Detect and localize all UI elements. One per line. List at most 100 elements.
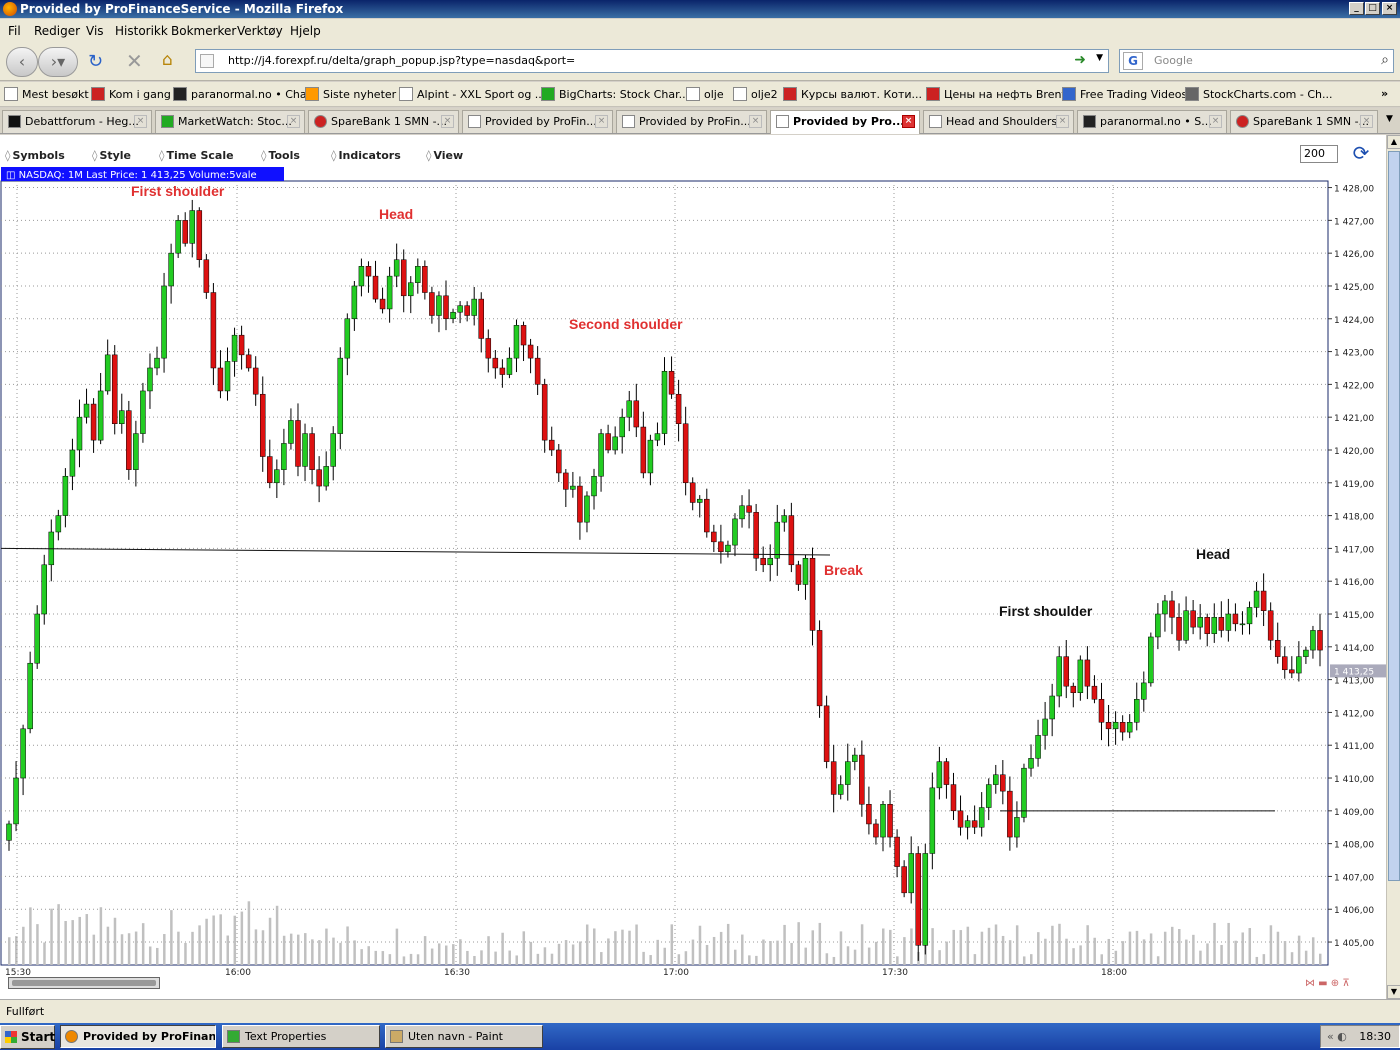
tab[interactable]: Head and Shoulders × (923, 110, 1074, 133)
menu-edit[interactable]: Rediger (34, 24, 80, 38)
bookmark-item[interactable]: Siste nyheter (305, 87, 396, 101)
candle-body (1105, 722, 1112, 730)
taskbar-item[interactable]: Provided by ProFinan... (60, 1025, 216, 1048)
tab[interactable]: MarketWatch: Stoc... × (155, 110, 305, 133)
maximize-button[interactable]: □ (1365, 2, 1380, 15)
candle-body (541, 384, 548, 441)
menu-bookmarks[interactable]: Bokmerker (171, 24, 236, 38)
back-button[interactable]: ‹ (6, 47, 38, 77)
tab[interactable]: SpareBank 1 SMN -... × (308, 110, 459, 133)
start-button[interactable]: Start (0, 1025, 55, 1049)
minimize-button[interactable]: _ (1349, 2, 1364, 15)
taskbar-item[interactable]: Text Properties (222, 1025, 380, 1048)
candle-body (478, 298, 484, 339)
tab-close-icon[interactable]: × (441, 115, 454, 128)
scroll-up-icon[interactable]: ▲ (1387, 135, 1400, 149)
reload-icon[interactable]: ↻ (88, 51, 103, 72)
tab-active[interactable]: Provided by Pro... × (770, 110, 920, 134)
bookmark-item[interactable]: olje2 (733, 87, 778, 101)
tab-close-icon[interactable]: × (1209, 115, 1222, 128)
style-menu[interactable]: Style (92, 149, 131, 162)
tab-list-icon[interactable]: ▼ (1386, 114, 1393, 124)
view-menu[interactable]: View (426, 149, 463, 162)
refresh-icon[interactable]: ⟳ (1350, 143, 1372, 165)
search-icon[interactable]: ⌕ (1381, 52, 1389, 68)
tab[interactable]: SpareBank 1 SMN -... × (1230, 110, 1378, 133)
bookmark-item[interactable]: Free Trading Videos (1062, 87, 1187, 101)
bookmark-item[interactable]: Курсы валют. Коти... (783, 87, 922, 101)
y-tick-label: 1 412,00 (1334, 709, 1374, 719)
price-chart[interactable]: ◫ NASDAQ: 1M Last Price: 1 413,25 Volume… (0, 166, 1386, 976)
menu-file[interactable]: Fil (8, 24, 21, 38)
tab[interactable]: Debattforum - Heg... × (2, 110, 152, 133)
stop-icon[interactable]: ✕ (126, 49, 143, 73)
volume-bar (353, 940, 356, 965)
volume-bar (219, 914, 222, 965)
volume-bar (163, 934, 166, 965)
symbols-menu[interactable]: Symbols (5, 149, 64, 162)
url-bar[interactable]: http://j4.forexpf.ru/delta/graph_popup.j… (195, 49, 1109, 73)
bookmark-item[interactable]: Alpint - XXL Sport og ... (399, 87, 545, 101)
close-button[interactable]: × (1382, 2, 1397, 15)
home-icon[interactable]: ⌂ (162, 50, 173, 70)
menu-history[interactable]: Historikk (115, 24, 168, 38)
tab[interactable]: Provided by ProFin... × (616, 110, 767, 133)
bookmark-item[interactable]: olje (686, 87, 724, 101)
bookmark-icon (1062, 87, 1076, 101)
volume-bar (931, 928, 934, 965)
candle-body (330, 433, 336, 467)
tab-close-icon[interactable]: × (595, 115, 608, 128)
forward-button[interactable]: ›▾ (38, 47, 78, 77)
bookmark-item[interactable]: Mest besøkt (4, 87, 89, 101)
volume-bar (839, 931, 843, 965)
google-icon[interactable]: G (1123, 52, 1143, 70)
volume-bar (1001, 935, 1005, 965)
chart-scrollbar-thumb[interactable] (12, 980, 156, 986)
bookmark-item[interactable]: StockCharts.com - Ch... (1185, 87, 1333, 101)
volume-bar (874, 941, 878, 965)
go-arrow-icon[interactable]: ➜ (1074, 52, 1086, 68)
menu-help[interactable]: Hjelp (290, 24, 321, 38)
tab[interactable]: paranormal.no • S... × (1077, 110, 1227, 133)
indicators-menu[interactable]: Indicators (331, 149, 400, 162)
candle-body (1091, 685, 1098, 700)
url-dropdown-icon[interactable]: ▼ (1096, 53, 1103, 63)
bookmarks-overflow-icon[interactable]: » (1381, 87, 1388, 100)
annotation-label: First shoulder (999, 603, 1093, 619)
volume-bar (832, 956, 836, 965)
search-input[interactable]: Google (1154, 54, 1193, 67)
search-bar[interactable]: G Google ⌕ (1119, 49, 1394, 73)
volume-bar (1255, 956, 1259, 965)
menu-tools[interactable]: Verktøy (237, 24, 283, 38)
taskbar-item[interactable]: Uten navn - Paint (385, 1025, 543, 1048)
bookmark-item[interactable]: paranormal.no • Chat (173, 87, 311, 101)
tab-close-icon[interactable]: × (1360, 115, 1373, 128)
tray-icons[interactable]: « ◐ (1327, 1026, 1347, 1047)
volume-bar (437, 943, 441, 965)
time-scale-menu[interactable]: Time Scale (159, 149, 233, 162)
volume-bar (769, 941, 772, 965)
bookmark-item[interactable]: Kom i gang (91, 87, 171, 101)
menu-view[interactable]: Vis (86, 24, 104, 38)
zoom-input[interactable]: 200 (1300, 145, 1338, 163)
bookmark-item[interactable]: BigCharts: Stock Char... (541, 87, 689, 101)
url-text[interactable]: http://j4.forexpf.ru/delta/graph_popup.j… (228, 54, 575, 67)
tab-close-icon[interactable]: × (749, 115, 762, 128)
chart-scrollbar[interactable] (8, 977, 160, 989)
tab[interactable]: Provided by ProFin... × (462, 110, 613, 133)
chart-nav-icons[interactable]: ⋈ ▬ ⊕ ⊼ (1305, 978, 1350, 989)
scrollbar-thumb[interactable] (1388, 151, 1400, 881)
tab-close-icon[interactable]: × (287, 115, 300, 128)
scroll-down-icon[interactable]: ▼ (1387, 985, 1400, 999)
tools-menu[interactable]: Tools (261, 149, 299, 162)
volume-bar (1269, 925, 1273, 965)
tab-close-icon[interactable]: × (1056, 115, 1069, 128)
volume-bar (585, 924, 589, 965)
volume-bar (99, 907, 103, 965)
tab-close-icon[interactable]: × (902, 115, 915, 128)
volume-bar (1297, 935, 1301, 965)
vertical-scrollbar[interactable]: ▲ ▼ (1386, 135, 1400, 999)
tab-close-icon[interactable]: × (134, 115, 147, 128)
volume-bar (1051, 925, 1054, 965)
bookmark-item[interactable]: Цены на нефть Brent (926, 87, 1066, 101)
